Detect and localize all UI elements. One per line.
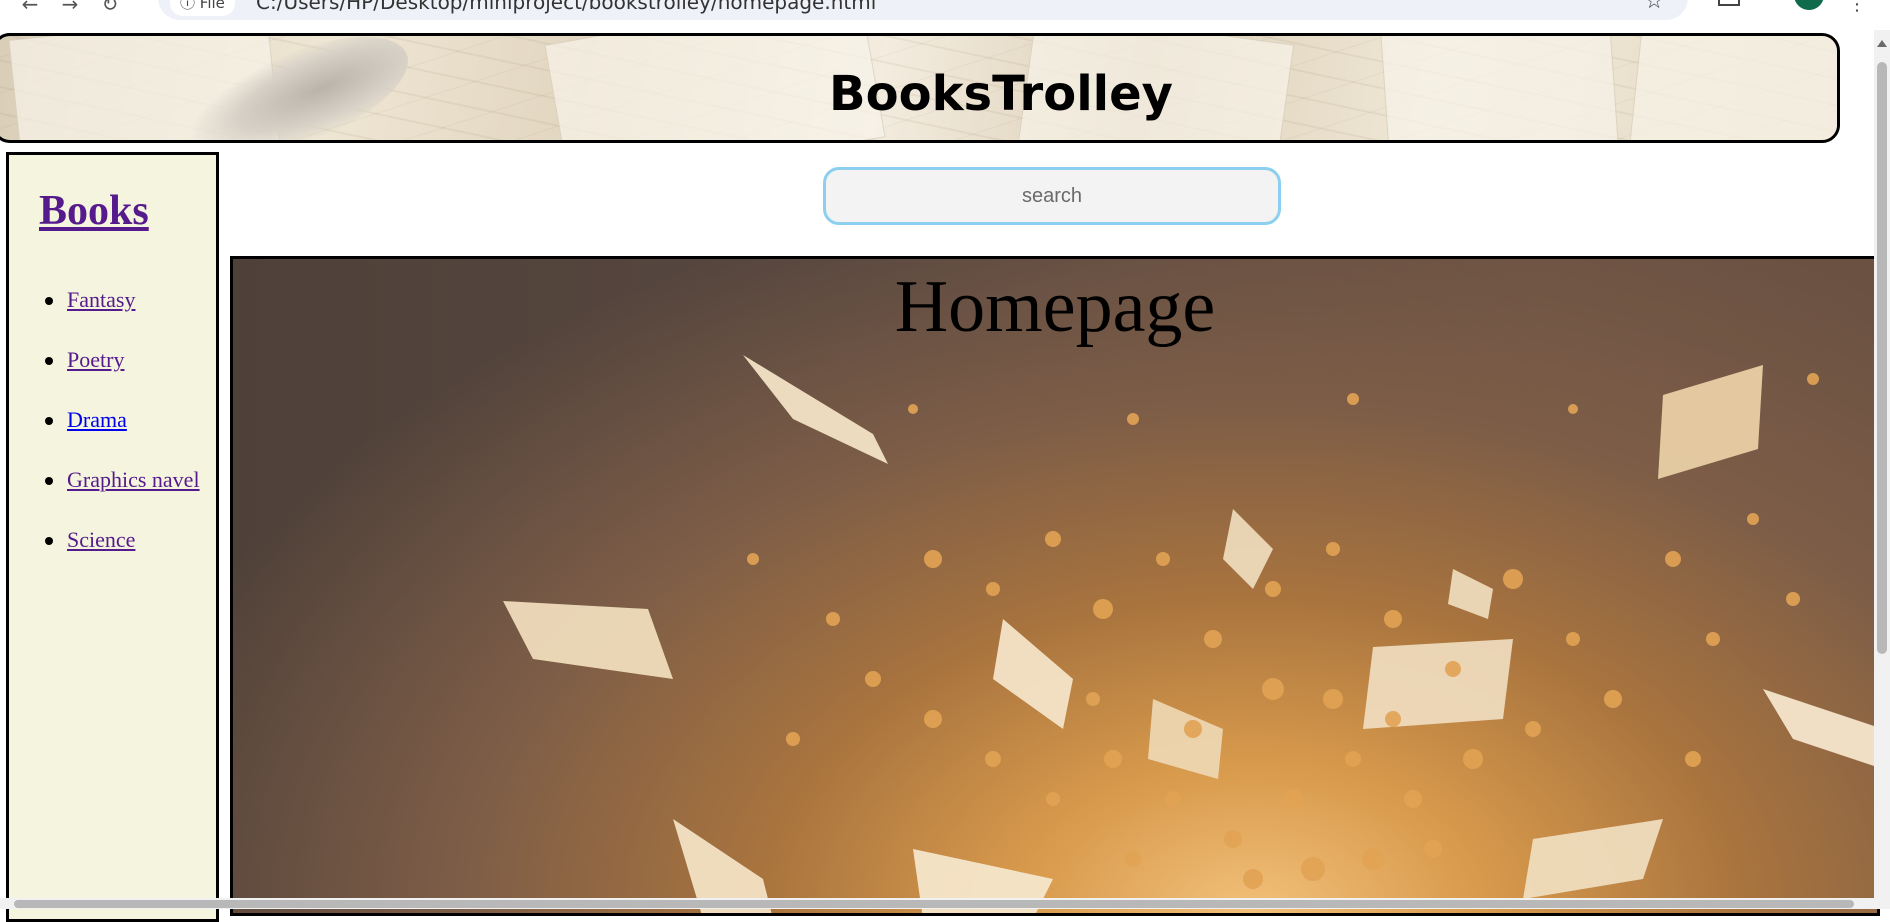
page-title: Homepage — [894, 266, 1216, 348]
sidebar-heading-books-link[interactable]: Books — [39, 187, 149, 235]
paper-sheet — [1448, 569, 1493, 619]
paper-sheet — [993, 619, 1073, 729]
category-link-drama[interactable]: Drama — [67, 407, 127, 433]
paper-sheet — [1523, 819, 1663, 899]
back-icon[interactable]: ← — [10, 0, 50, 16]
paper-sheet — [1658, 365, 1763, 479]
paper-sheet — [1223, 509, 1273, 589]
list-item: Science — [39, 527, 200, 587]
list-item: Drama — [39, 407, 200, 467]
site-info-badge[interactable]: ⓘ File — [170, 0, 235, 16]
list-item: Fantasy — [39, 287, 200, 347]
site-info-label: File — [199, 0, 225, 12]
extensions-icon[interactable] — [1718, 0, 1740, 6]
horizontal-scrollbar[interactable] — [0, 898, 1874, 909]
browser-menu-icon[interactable]: ⋮ — [1848, 0, 1866, 15]
bullet — [45, 297, 53, 305]
category-link-graphics-navel[interactable]: Graphics navel — [67, 467, 200, 493]
bullet — [45, 417, 53, 425]
horizontal-scroll-thumb[interactable] — [14, 900, 1854, 908]
list-item: Graphics navel — [39, 467, 200, 527]
bullet — [45, 477, 53, 485]
paper-sheet — [1363, 639, 1513, 729]
vertical-scroll-thumb[interactable] — [1877, 62, 1887, 654]
vertical-scrollbar[interactable] — [1874, 30, 1890, 909]
header-banner: BooksTrolley — [0, 33, 1840, 143]
sidebar: Books Fantasy Poetry Drama Graphics nave… — [6, 152, 219, 922]
homepage-panel: Homepage — [230, 256, 1880, 916]
category-link-science[interactable]: Science — [67, 527, 135, 553]
forward-icon[interactable]: → — [50, 0, 90, 16]
list-item: Poetry — [39, 347, 200, 407]
info-icon: ⓘ — [180, 0, 196, 12]
reload-icon[interactable]: ↻ — [90, 0, 130, 16]
paper-sheet — [503, 601, 673, 679]
paper-sheet — [1148, 699, 1223, 779]
category-list: Fantasy Poetry Drama Graphics navel Scie… — [39, 287, 200, 587]
paper-sheet — [1763, 689, 1877, 767]
search-input[interactable] — [823, 167, 1281, 225]
paper-sheet — [743, 355, 888, 464]
category-link-fantasy[interactable]: Fantasy — [67, 287, 135, 313]
site-title: BooksTrolley — [829, 66, 1173, 122]
paper-fragments — [747, 373, 1819, 889]
address-bar[interactable]: ⓘ File C:/Users/HP/Desktop/miniproject/b… — [158, 0, 1688, 20]
browser-toolbar: ← → ↻ ⓘ File C:/Users/HP/Desktop/miniproje… — [0, 0, 1890, 30]
bullet — [45, 537, 53, 545]
url-text[interactable]: C:/Users/HP/Desktop/miniproject/bookstro… — [256, 0, 876, 14]
category-link-poetry[interactable]: Poetry — [67, 347, 124, 373]
flying-pages-illustration — [503, 355, 1877, 913]
bookmark-star-icon[interactable]: ☆ — [1644, 0, 1664, 14]
bullet — [45, 357, 53, 365]
profile-avatar[interactable] — [1794, 0, 1824, 10]
browser-nav: ← → ↻ — [10, 0, 130, 16]
scroll-up-arrow-icon[interactable] — [1877, 40, 1887, 47]
